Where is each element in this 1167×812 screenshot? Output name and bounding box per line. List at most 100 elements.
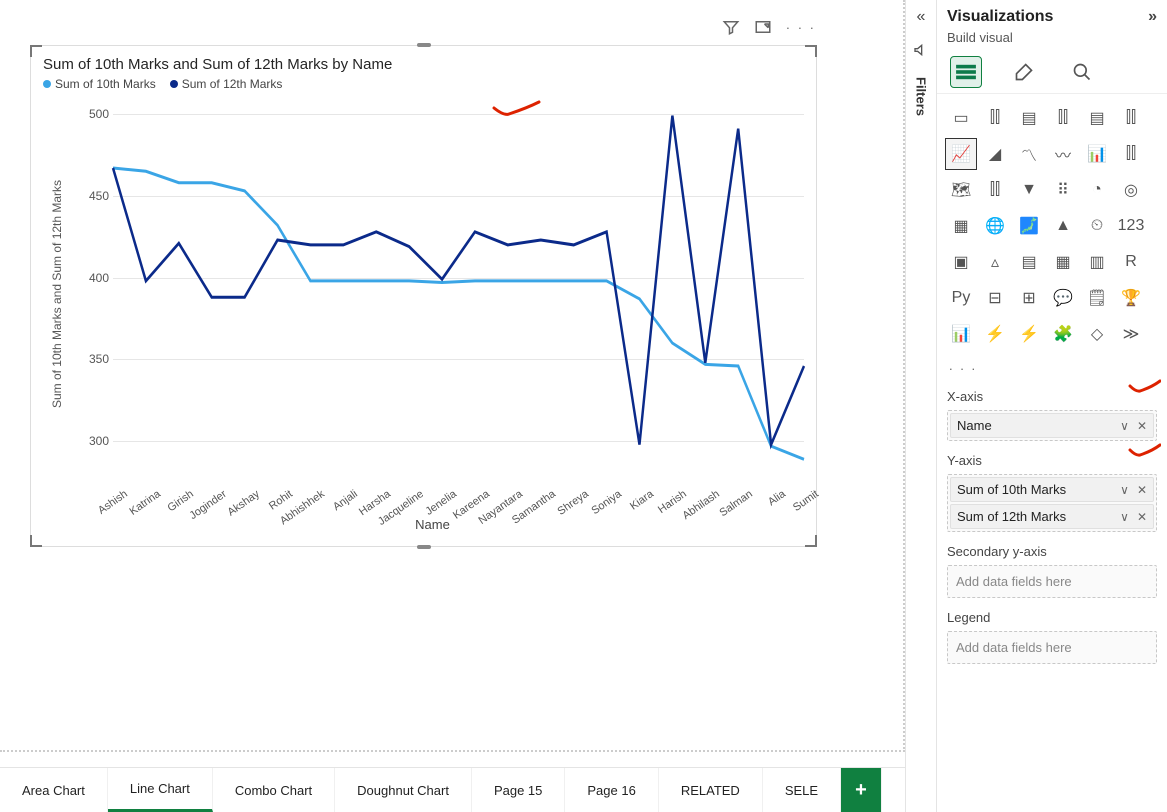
viz-type-icon[interactable]: Py [945,282,977,314]
resize-handle-tl[interactable] [30,45,42,57]
viz-type-icon[interactable]: 🗺 [945,174,977,206]
y-tick: 500 [61,107,109,121]
build-visual-tab[interactable] [951,57,981,87]
viz-type-icon[interactable]: ⚡ [1013,318,1045,350]
viz-type-icon[interactable]: ▵ [979,246,1011,278]
page-tab[interactable]: SELE [763,768,841,812]
viz-type-icon[interactable]: ≫ [1115,318,1147,350]
viz-type-icon[interactable]: ▼ [1013,174,1045,206]
expand-icon[interactable]: » [1148,8,1157,26]
viz-mode-tabs [937,51,1167,94]
annotation-checkmark [491,98,541,121]
more-options-icon[interactable]: · · · [786,18,816,36]
field-pill[interactable]: Sum of 12th Marks ∨ ✕ [950,504,1154,529]
page-tab[interactable]: RELATED [659,768,763,812]
visualizations-pane: Visualizations » Build visual ▭⫿⫿▤⫿⫿▤⫿⫿📈… [936,0,1167,812]
viz-type-icon[interactable]: ▲ [1047,210,1079,242]
visualizations-title: Visualizations [947,8,1053,26]
viz-type-icon[interactable]: ⚡ [979,318,1011,350]
viz-type-icon[interactable]: ▦ [1047,246,1079,278]
viz-type-icon[interactable]: ◇ [1081,318,1113,350]
analytics-tab[interactable] [1067,57,1097,87]
resize-handle-tr[interactable] [805,45,817,57]
resize-handle-bottom[interactable] [417,545,431,549]
viz-type-icon[interactable]: ⏲ [1081,210,1113,242]
viz-type-icon[interactable]: ▭ [945,102,977,134]
page-tab[interactable]: Page 15 [472,768,565,812]
viz-type-icon[interactable]: ◎ [1115,174,1147,206]
chart-title: Sum of 10th Marks and Sum of 12th Marks … [31,46,816,73]
viz-type-icon[interactable]: ▤ [1081,102,1113,134]
focus-mode-icon[interactable] [754,18,772,36]
viz-type-icon[interactable]: 📈 [945,138,977,170]
viz-type-icon[interactable]: 🗒 [1081,282,1113,314]
remove-icon[interactable]: ✕ [1137,419,1147,433]
filters-pane-collapsed[interactable]: « Filters [905,0,936,812]
viz-type-icon[interactable]: ⊟ [979,282,1011,314]
announce-icon[interactable] [913,42,929,61]
field-pill[interactable]: Name ∨ ✕ [950,413,1154,438]
viz-type-icon[interactable]: ▤ [1013,102,1045,134]
viz-type-icon[interactable]: 📊 [945,318,977,350]
page-tab[interactable]: Combo Chart [213,768,335,812]
remove-icon[interactable]: ✕ [1137,510,1147,524]
pill-text: Name [957,418,992,433]
line-chart-visual[interactable]: · · · Sum of 10th Marks and Sum of 12th … [30,45,817,547]
annotation-checkmark [1127,377,1161,398]
chevron-down-icon[interactable]: ∨ [1120,419,1129,433]
format-visual-tab[interactable] [1009,57,1039,87]
y-axis-label: Sum of 10th Marks and Sum of 12th Marks [50,180,64,408]
viz-type-icon[interactable]: ⫿⫿ [1115,102,1147,134]
viz-type-icon[interactable]: 〽 [1013,138,1045,170]
viz-type-icon[interactable]: 🏆 [1115,282,1147,314]
build-visual-label: Build visual [937,30,1167,51]
filter-icon[interactable] [722,18,740,36]
add-page-button[interactable]: + [841,768,882,812]
field-pill[interactable]: Sum of 10th Marks ∨✕ [950,477,1154,502]
viz-type-icon[interactable]: ⫿⫿ [979,174,1011,206]
viz-type-icon[interactable]: ◔ [1081,174,1113,206]
viz-type-icon[interactable]: ◢ [979,138,1011,170]
viz-type-icon[interactable]: 📊 [1081,138,1113,170]
resize-handle-top[interactable] [417,43,431,47]
collapse-icon[interactable]: « [917,8,926,26]
viz-type-icon[interactable]: ⊞ [1013,282,1045,314]
y-tick: 350 [61,352,109,366]
viz-type-icon[interactable]: 123 [1115,210,1147,242]
page-tab[interactable]: Page 16 [565,768,658,812]
x-tick: Sumit [757,488,821,538]
page-tab[interactable]: Area Chart [0,768,108,812]
yaxis-well[interactable]: Sum of 10th Marks ∨✕ Sum of 12th Marks ∨… [947,474,1157,532]
viz-type-icon[interactable]: ⫿⫿ [979,102,1011,134]
page-tab[interactable]: Line Chart [108,768,213,812]
viz-type-icon[interactable]: 🗾 [1013,210,1045,242]
viz-type-icon[interactable]: ▦ [945,210,977,242]
legend-well[interactable]: Add data fields here [947,631,1157,664]
viz-type-icon[interactable]: ▥ [1081,246,1113,278]
viz-type-icon[interactable]: 🧩 [1047,318,1079,350]
xaxis-well[interactable]: Name ∨ ✕ [947,410,1157,441]
chevron-down-icon[interactable]: ∨ [1120,483,1129,497]
pill-text: Sum of 12th Marks [957,509,1066,524]
remove-icon[interactable]: ✕ [1137,483,1147,497]
y-tick: 450 [61,189,109,203]
y-tick: 300 [61,434,109,448]
xaxis-section: X-axis Name ∨✕ [937,381,1167,445]
viz-type-icon[interactable]: 💬 [1047,282,1079,314]
viz-type-icon[interactable]: ⠿ [1047,174,1079,206]
page-tab[interactable]: Doughnut Chart [335,768,472,812]
chevron-down-icon[interactable]: ∨ [1120,510,1129,524]
visualization-gallery: ▭⫿⫿▤⫿⫿▤⫿⫿📈◢〽〰📊⫿⫿🗺⫿⫿▼⠿◔◎▦🌐🗾▲⏲123▣▵▤▦▥RPy⊟… [937,94,1167,358]
resize-handle-br[interactable] [805,535,817,547]
viz-type-icon[interactable]: ▣ [945,246,977,278]
viz-type-icon[interactable]: 🌐 [979,210,1011,242]
viz-type-icon[interactable]: ▤ [1013,246,1045,278]
secondary-yaxis-well[interactable]: Add data fields here [947,565,1157,598]
viz-type-icon[interactable]: 〰 [1047,138,1079,170]
viz-type-icon[interactable]: ⫿⫿ [1115,138,1147,170]
report-canvas[interactable]: · · · Sum of 10th Marks and Sum of 12th … [0,0,905,752]
resize-handle-bl[interactable] [30,535,42,547]
well-placeholder: Add data fields here [948,632,1156,663]
viz-type-icon[interactable]: ⫿⫿ [1047,102,1079,134]
viz-type-icon[interactable]: R [1115,246,1147,278]
